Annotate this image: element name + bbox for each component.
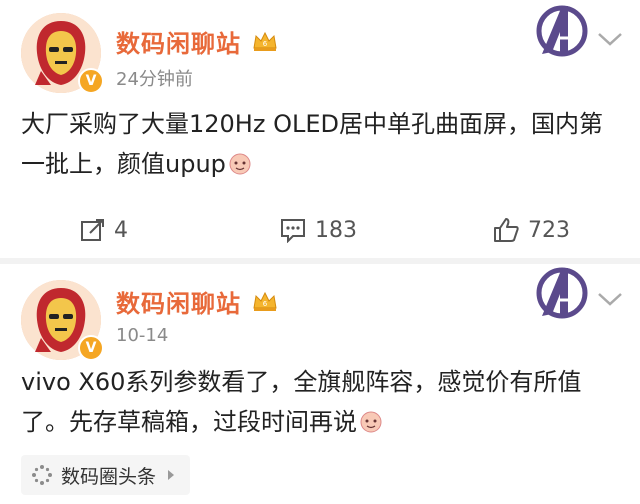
crown-icon: 6 xyxy=(253,291,277,311)
author-name[interactable]: 数码闲聊站 xyxy=(116,284,241,319)
post-content: 大厂采购了大量120Hz OLED居中单孔曲面屏，国内第一批上，颜值upup xyxy=(21,104,621,184)
chevron-right-icon xyxy=(168,470,175,480)
post-actions: 4 183 723 xyxy=(0,208,640,252)
feed-post: V 数码闲聊站 6 24分钟前 大厂采购了大量120Hz OLED居中单孔曲面屏… xyxy=(0,0,640,264)
chevron-down-icon[interactable] xyxy=(596,290,624,308)
repost-count: 4 xyxy=(114,217,128,243)
topic-tag[interactable]: 数码圈头条 xyxy=(21,455,191,495)
avengers-logo-icon xyxy=(536,5,588,57)
like-count: 723 xyxy=(528,217,570,243)
avatar[interactable]: V xyxy=(21,280,104,361)
post-time: 10-14 xyxy=(116,325,169,346)
avatar[interactable]: V xyxy=(21,13,104,94)
emoji-icon xyxy=(360,411,382,433)
like-button[interactable]: 723 xyxy=(492,208,570,252)
svg-text:6: 6 xyxy=(263,40,268,48)
comment-count: 183 xyxy=(315,217,357,243)
repost-button[interactable]: 4 xyxy=(80,208,128,252)
verified-badge: V xyxy=(78,68,104,94)
author-name[interactable]: 数码闲聊站 xyxy=(116,24,241,59)
topic-icon xyxy=(32,465,52,485)
chevron-down-icon[interactable] xyxy=(596,30,624,48)
like-icon xyxy=(494,218,519,242)
verified-badge: V xyxy=(78,335,104,361)
post-time: 24分钟前 xyxy=(116,69,193,90)
post-text: 大厂采购了大量120Hz OLED居中单孔曲面屏，国内第一批上，颜值upup xyxy=(21,110,603,178)
avengers-logo-icon xyxy=(536,267,588,319)
post-text: vivo X60系列参数看了，全旗舰阵容，感觉价有所值了。先存草稿箱，过段时间再… xyxy=(21,368,582,436)
svg-text:6: 6 xyxy=(263,300,268,308)
repost-icon xyxy=(81,219,104,241)
comment-button[interactable]: 183 xyxy=(279,208,357,252)
comment-icon xyxy=(281,219,305,243)
emoji-icon xyxy=(229,153,251,175)
topic-label: 数码圈头条 xyxy=(61,465,157,488)
crown-icon: 6 xyxy=(253,31,277,51)
post-content: vivo X60系列参数看了，全旗舰阵容，感觉价有所值了。先存草稿箱，过段时间再… xyxy=(21,362,621,442)
feed-post: V 数码闲聊站 6 10-14 vivo X60系列参数看了，全旗舰阵容，感觉价… xyxy=(0,262,640,504)
